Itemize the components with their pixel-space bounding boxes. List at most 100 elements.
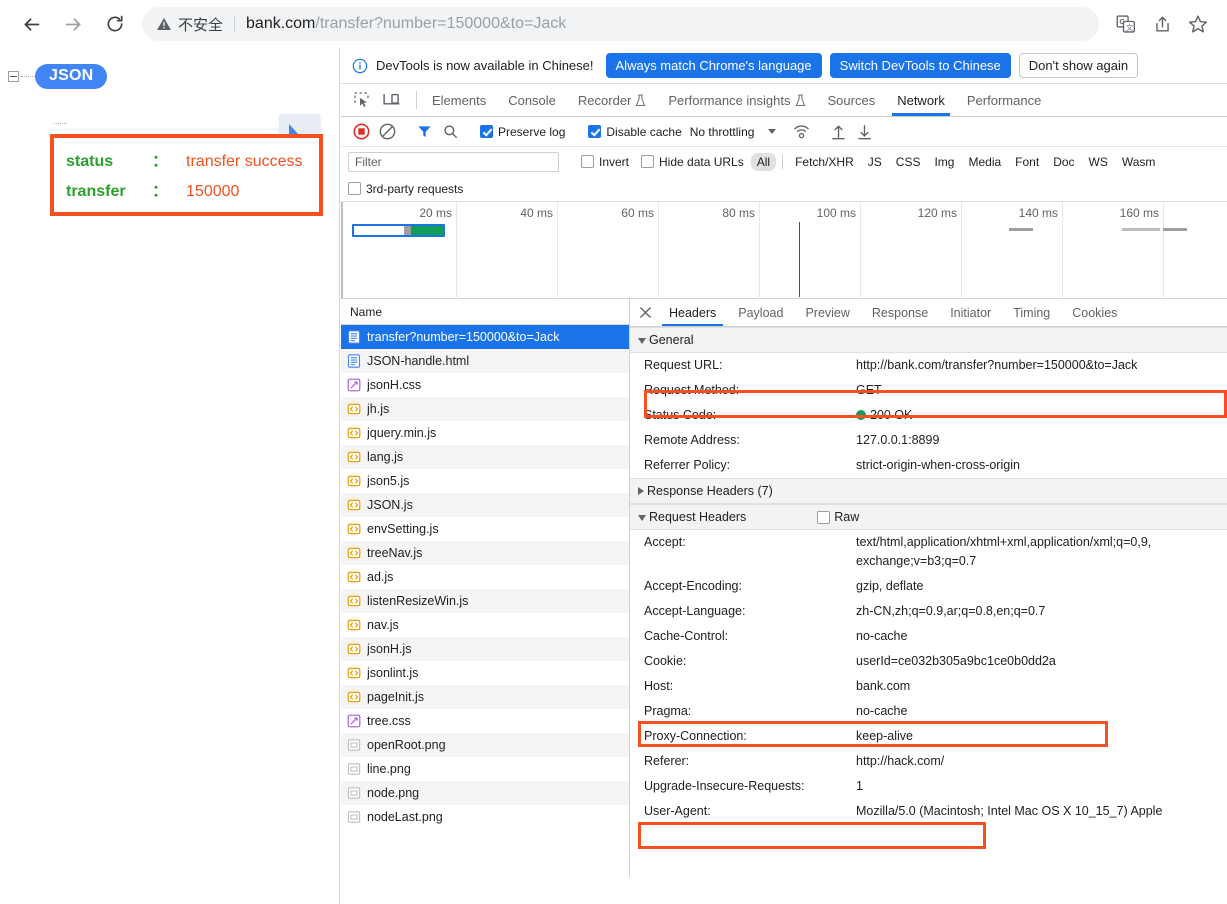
bookmark-button[interactable] [1181, 7, 1215, 41]
request-row[interactable]: line.png [341, 757, 629, 781]
device-toggle-icon [382, 93, 400, 105]
filter-type-media[interactable]: Media [962, 153, 1007, 171]
forward-button[interactable] [56, 7, 90, 41]
detail-tab-label: Cookies [1072, 305, 1118, 320]
preserve-log-checkbox[interactable]: Preserve log [480, 125, 565, 139]
detail-tab-headers[interactable]: Headers [658, 299, 727, 326]
chevron-down-icon[interactable] [768, 129, 777, 134]
filter-type-css[interactable]: CSS [890, 153, 927, 171]
address-bar[interactable]: 不安全 bank.com/transfer?number=150000&to=J… [142, 7, 1099, 41]
detail-tab-timing[interactable]: Timing [1002, 299, 1061, 326]
detail-tab-label: Payload [738, 305, 784, 320]
tab-sources[interactable]: Sources [817, 84, 887, 116]
tab-performance[interactable]: Performance [956, 84, 1052, 116]
detail-tab-cookies[interactable]: Cookies [1061, 299, 1128, 326]
invert-checkbox[interactable]: Invert [581, 155, 629, 169]
bookmark-star-icon [1188, 15, 1208, 33]
network-overview-timeline[interactable]: 20 ms 40 ms 60 ms 80 ms 100 ms 120 ms 14… [341, 202, 1227, 299]
request-row[interactable]: jh.js [341, 397, 629, 421]
record-button[interactable] [348, 119, 374, 145]
checkbox-box [348, 182, 361, 195]
reload-button[interactable] [98, 7, 132, 41]
filter-type-js[interactable]: JS [862, 153, 888, 171]
dont-show-again-button[interactable]: Don't show again [1018, 53, 1139, 78]
request-row[interactable]: nav.js [341, 613, 629, 637]
info-icon [352, 58, 368, 73]
detail-tab-payload[interactable]: Payload [727, 299, 794, 326]
request-row[interactable]: jsonlint.js [341, 661, 629, 685]
export-har-button[interactable] [851, 119, 877, 145]
switch-devtools-language-button[interactable]: Switch DevTools to Chinese [829, 53, 1011, 78]
filter-type-fetch-xhr[interactable]: Fetch/XHR [789, 153, 860, 171]
back-button[interactable] [14, 7, 48, 41]
translate-button[interactable]: G 文 [1109, 7, 1143, 41]
request-row[interactable]: jquery.min.js [341, 421, 629, 445]
request-row[interactable]: pageInit.js [341, 685, 629, 709]
filter-type-all[interactable]: All [750, 152, 777, 171]
filter-input[interactable]: Filter [348, 151, 559, 172]
request-row[interactable]: json5.js [341, 469, 629, 493]
search-button[interactable] [437, 119, 463, 145]
filter-type-doc[interactable]: Doc [1047, 153, 1080, 171]
url-host: bank.com [246, 15, 316, 32]
tab-console[interactable]: Console [497, 84, 567, 116]
request-header-value: 1 [856, 779, 863, 793]
request-row[interactable]: jsonH.js [341, 637, 629, 661]
always-match-language-button[interactable]: Always match Chrome's language [605, 53, 822, 78]
response-headers-section-header[interactable]: Response Headers (7) [630, 478, 1227, 504]
request-header-value: http://hack.com/ [856, 754, 945, 768]
request-row[interactable]: JSON-handle.html [341, 349, 629, 373]
filter-type-font[interactable]: Font [1009, 153, 1045, 171]
request-headers-section-header[interactable]: Request Headers Raw [630, 504, 1227, 530]
share-button[interactable] [1145, 7, 1179, 41]
request-row[interactable]: listenResizeWin.js [341, 589, 629, 613]
hide-data-urls-checkbox[interactable]: Hide data URLs [641, 155, 744, 169]
request-row[interactable]: treeNav.js [341, 541, 629, 565]
request-row[interactable]: openRoot.png [341, 733, 629, 757]
tab-performance-insights[interactable]: Performance insights [657, 84, 816, 116]
general-section-header[interactable]: General [630, 327, 1227, 353]
inspect-cursor-icon [354, 92, 369, 107]
request-list[interactable]: Name transfer?number=150000&to=Jack JSON-… [341, 299, 630, 877]
request-row[interactable]: transfer?number=150000&to=Jack [341, 325, 629, 349]
disable-cache-checkbox[interactable]: Disable cache [588, 125, 682, 139]
detail-tab-response[interactable]: Response [861, 299, 939, 326]
filter-toggle-button[interactable] [411, 119, 437, 145]
throttling-select[interactable]: No throttling [690, 125, 755, 139]
devtools-panel: DevTools is now available in Chinese! Al… [341, 48, 1227, 904]
network-conditions-button[interactable] [788, 119, 814, 145]
json-root-row[interactable]: JSON [8, 64, 339, 89]
filter-type-img[interactable]: Img [928, 153, 960, 171]
request-row[interactable]: envSetting.js [341, 517, 629, 541]
request-row[interactable]: nodeLast.png [341, 805, 629, 829]
tab-network[interactable]: Network [886, 84, 956, 116]
filter-type-wasm[interactable]: Wasm [1116, 153, 1162, 171]
request-list-header[interactable]: Name [341, 299, 629, 325]
request-row[interactable]: lang.js [341, 445, 629, 469]
filter-type-ws[interactable]: WS [1083, 153, 1114, 171]
request-rows: transfer?number=150000&to=Jack JSON-handl… [341, 325, 629, 829]
devtools-tab-bar: Elements Console Recorder Performance in… [341, 84, 1227, 117]
third-party-checkbox[interactable]: 3rd-party requests [348, 182, 463, 196]
doc-icon [347, 330, 361, 344]
css-icon [347, 378, 361, 392]
request-row[interactable]: jsonH.css [341, 373, 629, 397]
clear-button[interactable] [374, 119, 400, 145]
security-indicator[interactable]: 不安全 [156, 14, 223, 35]
request-row[interactable]: ad.js [341, 565, 629, 589]
tab-elements[interactable]: Elements [421, 84, 497, 116]
request-row[interactable]: JSON.js [341, 493, 629, 517]
device-toolbar-button[interactable] [378, 87, 404, 113]
close-details-button[interactable] [632, 299, 658, 326]
detail-tab-preview[interactable]: Preview [794, 299, 860, 326]
detail-tab-initiator[interactable]: Initiator [939, 299, 1002, 326]
raw-checkbox[interactable]: Raw [817, 510, 859, 524]
request-row[interactable]: tree.css [341, 709, 629, 733]
json-fields-box: status ： transfer success transfer ： 150… [50, 134, 323, 216]
collapse-toggle-icon[interactable] [8, 71, 19, 82]
chevron-down-icon [638, 515, 646, 521]
inspect-element-button[interactable] [349, 87, 375, 113]
request-row[interactable]: node.png [341, 781, 629, 805]
import-har-button[interactable] [825, 119, 851, 145]
tab-recorder[interactable]: Recorder [567, 84, 657, 116]
